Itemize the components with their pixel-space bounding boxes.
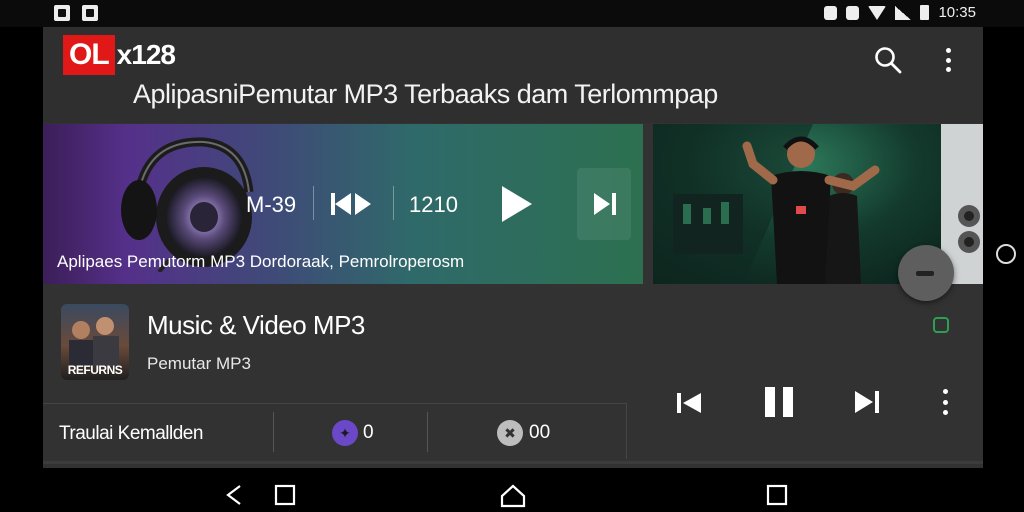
- logo-highlight: OL: [63, 35, 115, 75]
- likes-count: 0: [363, 422, 374, 443]
- notification-icon: [846, 5, 860, 20]
- progress-track: [43, 461, 983, 464]
- logo-text: x128: [116, 39, 176, 70]
- app-header: OL x128 AplipasniPemutar MP3 Terbaaks da…: [43, 27, 983, 123]
- track-title[interactable]: Music & Video MP3: [147, 310, 365, 341]
- navigation-bar: [0, 468, 1024, 512]
- back-icon[interactable]: [224, 484, 244, 506]
- signal-icon: [895, 5, 912, 20]
- skip-previous-icon[interactable]: [329, 190, 375, 218]
- image-icon: [54, 5, 70, 21]
- skip-next-icon[interactable]: [591, 190, 619, 218]
- skip-next-icon[interactable]: [853, 389, 881, 415]
- divider: [427, 412, 428, 452]
- gallery-icon: [82, 5, 98, 21]
- play-icon[interactable]: [499, 184, 535, 224]
- divider: [313, 186, 314, 220]
- stats-label: Traulai Kemallden: [59, 423, 203, 444]
- album-art-label: REFURNS: [67, 363, 123, 377]
- stats-row: Traulai Kemallden ✦ 0 ✖ 00: [43, 403, 627, 459]
- page-title: AplipasniPemutar MP3 Terbaaks dam Terlom…: [133, 79, 718, 109]
- alarm-icon: [824, 5, 838, 20]
- pause-icon[interactable]: [763, 385, 795, 419]
- like-icon[interactable]: ✦: [332, 420, 358, 446]
- status-bar: 10:35: [0, 0, 1024, 27]
- banner-time: M-39: [246, 192, 297, 217]
- divider: [393, 186, 394, 220]
- status-time: 10:35: [938, 4, 976, 21]
- battery-icon: [920, 5, 930, 20]
- side-button[interactable]: [996, 244, 1016, 264]
- banner-caption: Aplipaes Pemutorm MP3 Dordoraak, Pemrolr…: [57, 252, 465, 271]
- headphones-icon: [121, 137, 254, 272]
- banner-count: 1210: [409, 192, 458, 217]
- skip-previous-icon[interactable]: [675, 391, 703, 415]
- track-subtitle: Pemutar MP3: [147, 354, 251, 373]
- search-icon[interactable]: [873, 45, 903, 75]
- album-art[interactable]: REFURNS: [61, 304, 129, 380]
- dislikes-count: 00: [529, 422, 551, 443]
- home-icon[interactable]: [500, 484, 526, 508]
- status-indicator: [933, 317, 949, 333]
- featured-banner[interactable]: M-39 1210 Aplipaes Pemutorm MP3 Dordoraa…: [43, 124, 643, 284]
- more-vert-icon[interactable]: [938, 45, 958, 75]
- divider: [273, 412, 274, 452]
- recents-icon[interactable]: [274, 484, 296, 506]
- overview-icon[interactable]: [766, 484, 788, 506]
- app-logo[interactable]: OL x128: [63, 35, 176, 75]
- wifi-icon: [868, 5, 887, 20]
- floating-action-button[interactable]: [898, 245, 954, 301]
- dislike-icon[interactable]: ✖: [497, 420, 523, 446]
- app-screen: OL x128 AplipasniPemutar MP3 Terbaaks da…: [43, 27, 983, 468]
- more-vert-icon[interactable]: [938, 389, 952, 415]
